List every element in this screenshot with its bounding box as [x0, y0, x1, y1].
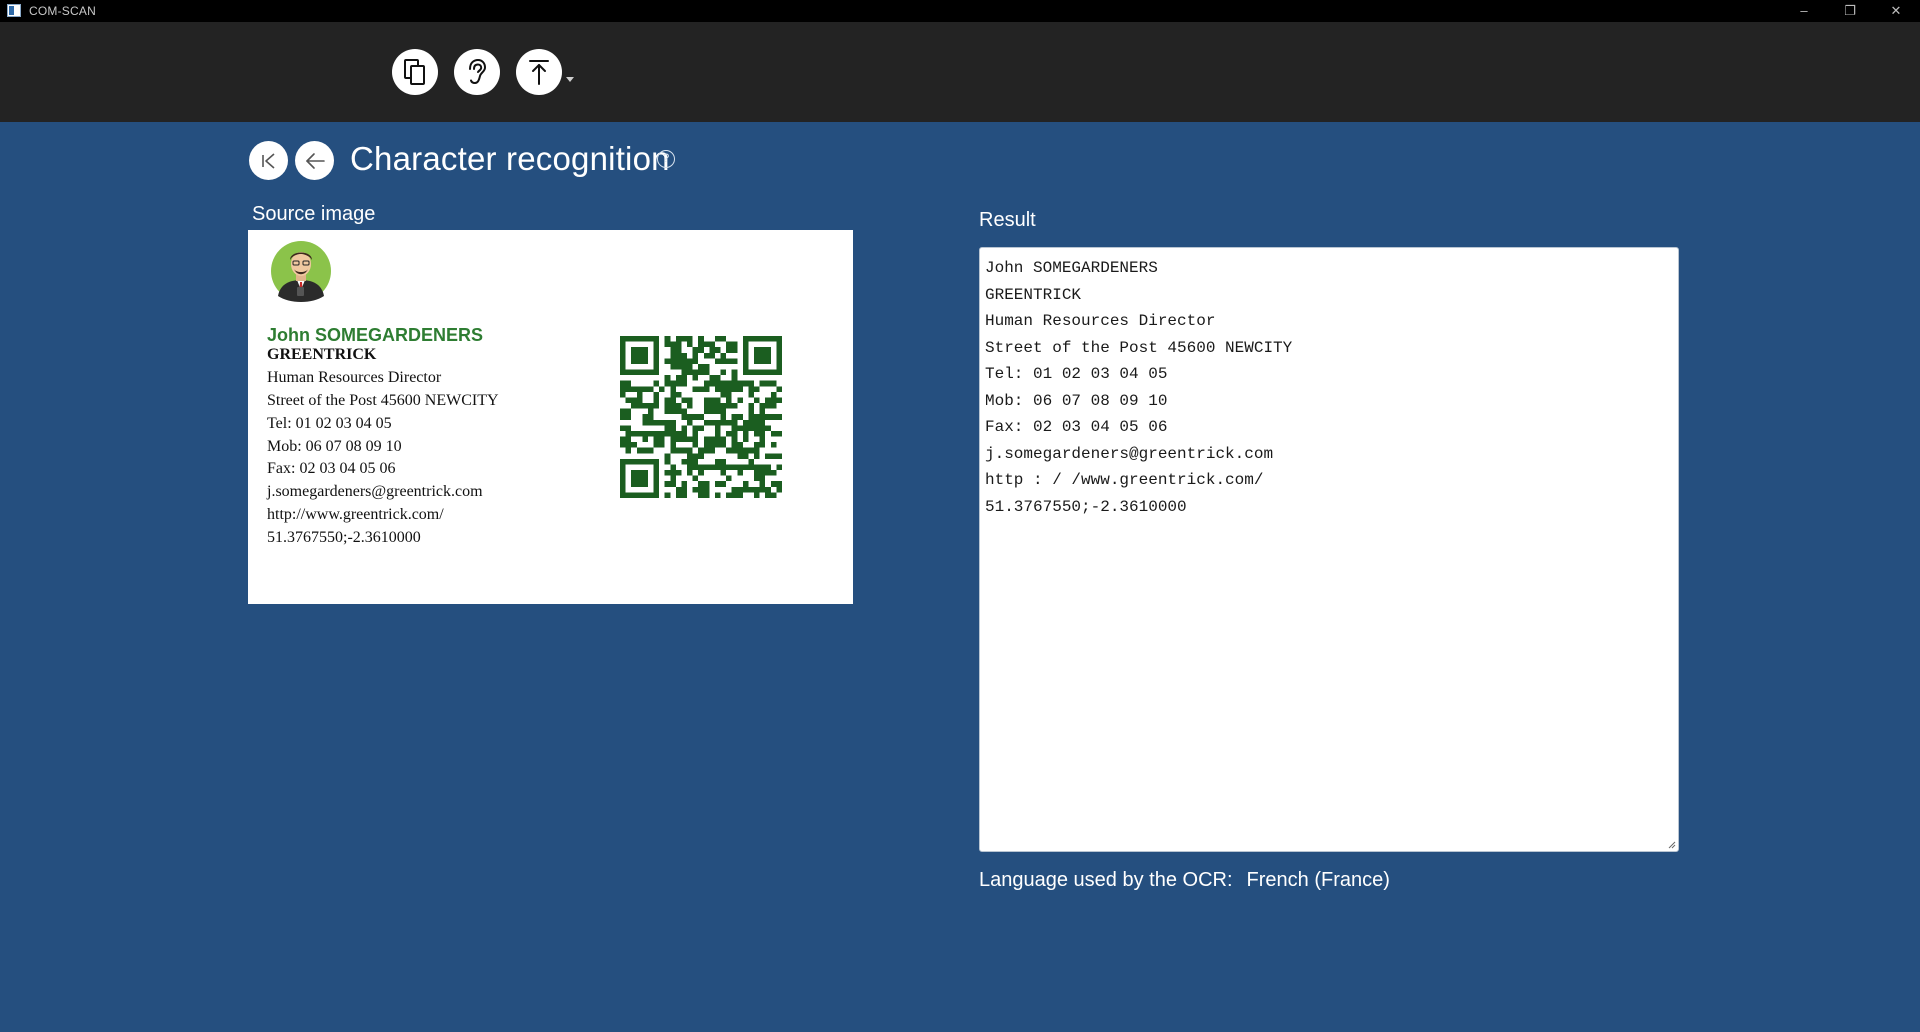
result-line: John SOMEGARDENERS	[985, 259, 1158, 277]
app-icon	[7, 4, 21, 17]
result-line: Tel: 01 02 03 04 05	[985, 365, 1168, 383]
export-dropdown-caret-icon[interactable]	[566, 77, 574, 82]
arrow-left-icon	[305, 152, 325, 169]
ocr-language-value: French (France)	[1246, 869, 1390, 891]
source-image: John SOMEGARDENERS GREENTRICK Human Reso…	[248, 230, 853, 604]
card-line: 51.3767550;-2.3610000	[267, 529, 421, 546]
card-company: GREENTRICK	[267, 346, 377, 363]
copy-icon	[404, 59, 425, 85]
copy-button[interactable]	[392, 49, 438, 95]
skip-back-icon	[261, 152, 275, 169]
page-title: Character recognition	[350, 140, 670, 177]
minimize-button[interactable]: –	[1781, 0, 1827, 22]
result-line: Street of the Post 45600 NEWCITY	[985, 338, 1293, 357]
card-line: Street of the Post 45600 NEWCITY	[267, 392, 499, 409]
help-icon[interactable]: ?	[657, 150, 675, 168]
close-button[interactable]: ✕	[1873, 0, 1919, 22]
back-button[interactable]	[295, 141, 334, 180]
listen-button[interactable]	[454, 49, 500, 95]
result-line: GREENTRICK	[985, 285, 1082, 304]
upload-icon	[529, 60, 549, 85]
ocr-language-label: Language used by the OCR:	[979, 869, 1233, 891]
export-button[interactable]	[516, 49, 562, 95]
result-line: Human Resources Director	[985, 312, 1216, 330]
source-image-label: Source image	[252, 203, 376, 225]
card-line: Mob: 06 07 08 09 10	[267, 438, 402, 455]
card-line: http://www.greentrick.com/	[267, 506, 444, 523]
result-line: Fax: 02 03 04 05 06	[985, 418, 1168, 436]
first-page-button[interactable]	[249, 141, 288, 180]
avatar	[271, 241, 331, 302]
qr-code	[620, 336, 782, 498]
result-textarea[interactable]: John SOMEGARDENERS GREENTRICK Human Reso…	[979, 247, 1679, 852]
ear-icon	[469, 58, 487, 85]
card-line: Human Resources Director	[267, 369, 442, 386]
result-line: 51.3767550;-2.3610000	[985, 497, 1187, 516]
result-line: j.somegardeners@greentrick.com	[985, 444, 1274, 463]
result-label: Result	[979, 209, 1036, 231]
card-line: Fax: 02 03 04 05 06	[267, 460, 396, 477]
window-titlebar: COM-SCAN – ❐ ✕	[0, 0, 1920, 22]
result-line: http : / /www.greentrick.com/	[985, 471, 1264, 489]
result-line: Mob: 06 07 08 09 10	[985, 391, 1168, 410]
card-line: Tel: 01 02 03 04 05	[267, 415, 392, 432]
ocr-language: Language used by the OCR: French (France)	[979, 869, 1390, 892]
toolbar	[0, 22, 1920, 122]
resize-grip-icon[interactable]	[1668, 841, 1676, 849]
card-line: j.somegardeners@greentrick.com	[267, 483, 483, 500]
restore-button[interactable]: ❐	[1827, 0, 1873, 22]
card-name: John SOMEGARDENERS	[267, 325, 484, 345]
window-title: COM-SCAN	[29, 4, 96, 18]
